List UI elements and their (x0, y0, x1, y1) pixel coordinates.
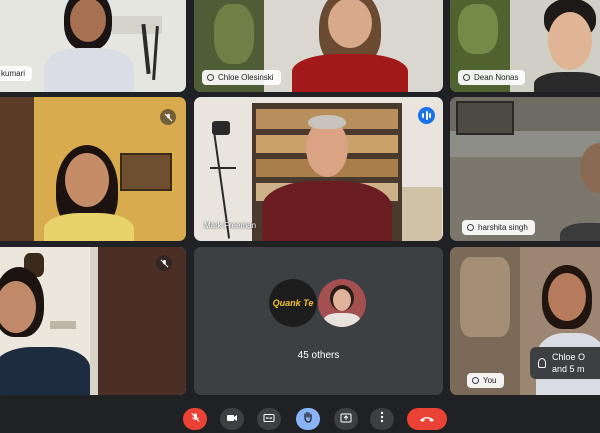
participant-video (534, 0, 600, 92)
leave-call-icon (419, 410, 435, 428)
mic-off-indicator-icon (156, 255, 172, 271)
pin-icon[interactable] (467, 224, 474, 231)
camera-toggle-button[interactable] (220, 408, 244, 430)
leave-call-button[interactable] (407, 408, 447, 430)
participant-avatar (318, 279, 366, 327)
pin-icon[interactable] (472, 377, 479, 384)
pin-icon[interactable] (207, 74, 214, 81)
participant-video (34, 141, 144, 241)
participant-tile-harshita-singh[interactable]: harshita singh (450, 97, 600, 241)
participant-tile[interactable] (0, 247, 186, 395)
participant-video (0, 267, 90, 395)
others-count-label: 45 others (297, 350, 340, 361)
captions-icon (263, 410, 275, 428)
raise-hand-button[interactable] (296, 408, 320, 430)
participant-name-label: kumari (0, 66, 33, 81)
participant-tile-dean-nonas[interactable]: Dean Nonas (450, 0, 600, 92)
mic-off-icon (190, 410, 201, 428)
participant-avatar: Quank Te (269, 279, 317, 327)
participant-tile[interactable] (0, 97, 186, 241)
participant-video (34, 0, 144, 92)
participant-tile-mark-freeman[interactable]: Mark Freeman (194, 97, 443, 241)
participant-name-label: Chloe Olesinski (202, 70, 281, 85)
user-icon (538, 358, 546, 368)
participant-video (262, 115, 392, 241)
present-screen-button[interactable] (334, 408, 358, 430)
participant-name-label: You (467, 373, 504, 388)
participant-video (284, 0, 414, 92)
raise-hand-icon (303, 410, 313, 428)
more-options-icon (380, 410, 384, 428)
join-notification[interactable]: Chloe O and 5 m (530, 347, 600, 379)
others-tile[interactable]: Quank Te 45 others (194, 247, 443, 395)
present-screen-icon (340, 410, 352, 428)
logo-text: Quank Te (272, 298, 314, 308)
notification-line-1: Chloe O (552, 352, 586, 362)
pin-icon[interactable] (463, 74, 470, 81)
participant-name-label: Dean Nonas (458, 70, 526, 85)
more-options-button[interactable] (370, 408, 394, 430)
participant-name-label: harshita singh (462, 220, 535, 235)
participant-tile-kumari[interactable]: kumari (0, 0, 186, 92)
notification-line-2: and 5 m (552, 364, 585, 374)
speaking-indicator-icon (418, 107, 435, 124)
participant-video (560, 137, 600, 241)
participant-name-label: Mark Freeman (204, 221, 257, 230)
call-controls-toolbar (0, 400, 600, 433)
mic-toggle-button[interactable] (183, 408, 207, 430)
camera-icon (226, 410, 238, 428)
captions-button[interactable] (257, 408, 281, 430)
mic-off-indicator-icon (160, 109, 176, 125)
participant-tile-chloe-olesinski[interactable]: Chloe Olesinski (194, 0, 443, 92)
